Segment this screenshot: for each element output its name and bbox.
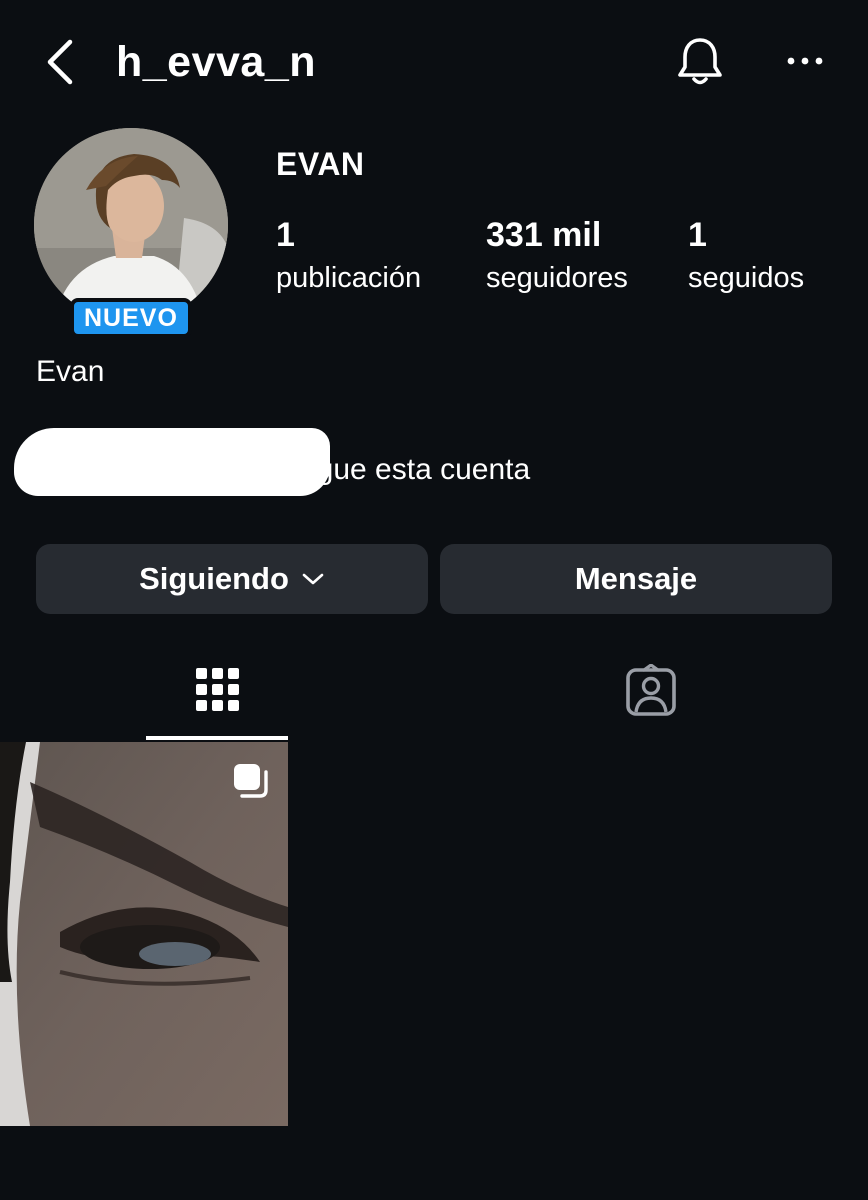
display-name: EVAN xyxy=(276,146,365,182)
tab-tagged[interactable] xyxy=(434,648,868,740)
followed-by-text: igue esta cuenta xyxy=(310,453,531,486)
more-options-icon[interactable] xyxy=(780,44,830,78)
avatar[interactable] xyxy=(34,128,228,322)
stat-followers-label: seguidores xyxy=(486,262,628,294)
bio-name: Evan xyxy=(36,355,105,388)
profile-page: h_evva_n NUEVO EVAN 1 publicación 331 mi… xyxy=(0,0,868,1200)
back-chevron-icon[interactable] xyxy=(40,38,84,86)
stat-posts-label: publicación xyxy=(276,262,422,294)
following-button-label: Siguiendo xyxy=(139,561,289,596)
stat-following-label: seguidos xyxy=(688,262,805,294)
stat-followers[interactable]: 331 mil seguidores xyxy=(486,214,628,298)
tagged-person-icon xyxy=(626,664,676,716)
message-button[interactable]: Mensaje xyxy=(440,544,832,614)
active-tab-indicator xyxy=(146,736,288,740)
followed-by-row[interactable]: igue esta cuenta xyxy=(14,428,654,496)
stat-posts: 1 publicación xyxy=(276,214,421,298)
stat-following[interactable]: 1 seguidos xyxy=(688,214,804,298)
post-thumbnail[interactable] xyxy=(0,742,288,1126)
profile-username: h_evva_n xyxy=(116,38,317,86)
message-button-label: Mensaje xyxy=(574,561,698,596)
stat-following-value: 1 xyxy=(688,216,707,254)
multiple-photos-icon xyxy=(234,764,268,798)
stat-followers-value: 331 mil xyxy=(486,216,602,254)
new-badge: NUEVO xyxy=(70,298,192,338)
bell-icon[interactable] xyxy=(672,34,728,90)
avatar-image xyxy=(34,128,228,322)
grid-icon xyxy=(196,668,239,711)
chevron-down-icon xyxy=(302,573,324,585)
tab-posts-grid[interactable] xyxy=(0,648,434,740)
redaction-scribble xyxy=(14,428,330,496)
stat-posts-value: 1 xyxy=(276,216,295,254)
following-button[interactable]: Siguiendo xyxy=(36,544,428,614)
